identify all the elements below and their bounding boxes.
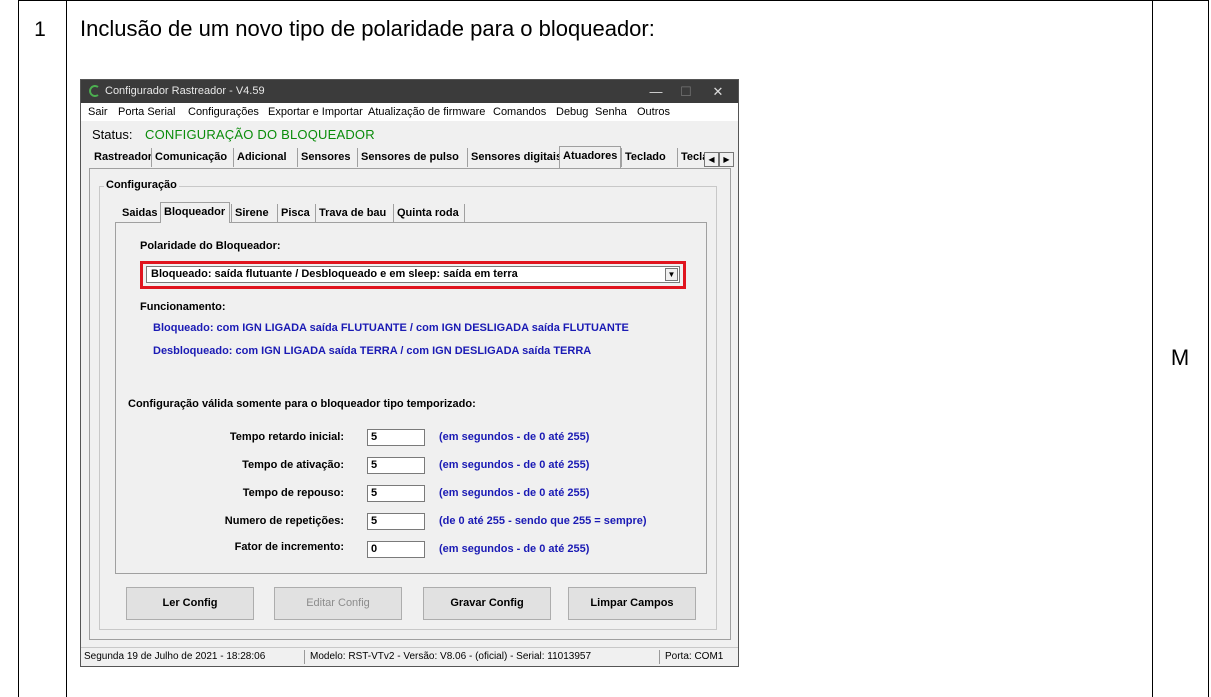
menu-configuracoes[interactable]: Configurações: [188, 106, 259, 118]
subtab-saidas[interactable]: Saidas: [119, 204, 160, 222]
tab-adicional[interactable]: Adicional: [233, 148, 297, 167]
polarity-select[interactable]: Bloqueado: saída flutuante / Desbloquead…: [146, 266, 680, 283]
polarity-value: Bloqueado: saída flutuante / Desbloquead…: [151, 268, 518, 280]
ler-config-button[interactable]: Ler Config: [126, 587, 254, 620]
row-mark: M: [1170, 345, 1190, 370]
tab-sensores-de-pulso[interactable]: Sensores de pulso: [357, 148, 467, 167]
polarity-label: Polaridade do Bloqueador:: [140, 240, 281, 252]
table-border-top: [18, 0, 1209, 1]
field-label-retardo: Tempo retardo inicial:: [229, 431, 344, 443]
subtab-sirene[interactable]: Sirene: [231, 204, 277, 222]
statusbar-datetime: Segunda 19 de Julho de 2021 - 18:28:06: [84, 651, 266, 662]
title-bar: Configurador Rastreador - V4.59 — ☐ ✕: [81, 80, 738, 103]
menu-outros[interactable]: Outros: [637, 106, 670, 118]
maximize-icon[interactable]: ☐: [671, 82, 701, 101]
status-label: Status:: [92, 127, 133, 142]
field-label-incremento: Fator de incremento:: [234, 541, 344, 553]
tab-teclado[interactable]: Teclado: [621, 148, 677, 167]
statusbar-model: Modelo: RST-VTv2 - Versão: V8.06 - (ofic…: [310, 651, 592, 662]
menu-comandos[interactable]: Comandos: [493, 106, 546, 118]
subtab-quinta-roda[interactable]: Quinta roda: [393, 204, 465, 222]
row-number: 1: [34, 18, 46, 41]
statusbar-divider: [659, 650, 660, 664]
field-hint-repeticoes: (de 0 até 255 - sendo que 255 = sempre): [439, 515, 647, 527]
repouso-input[interactable]: 5: [367, 485, 425, 502]
tab-scroll-left-icon[interactable]: ◀: [704, 152, 719, 167]
menu-sair[interactable]: Sair: [88, 106, 108, 118]
funcionamento-line-2: Desbloqueado: com IGN LIGADA saída TERRA…: [153, 345, 592, 357]
row-title: Inclusão de um novo tipo de polaridade p…: [80, 16, 655, 41]
field-hint-ativacao: (em segundos - de 0 até 255): [439, 459, 590, 471]
tab-scroll-right-icon[interactable]: ▶: [719, 152, 734, 167]
minimize-icon[interactable]: —: [641, 82, 671, 101]
incremento-input[interactable]: 0: [367, 541, 425, 558]
status-value: CONFIGURAÇÃO DO BLOQUEADOR: [145, 127, 375, 142]
funcionamento-label: Funcionamento:: [140, 301, 226, 313]
tab-sensores-digitais[interactable]: Sensores digitais: [467, 148, 562, 167]
repeticoes-input[interactable]: 5: [367, 513, 425, 530]
subtab-pisca[interactable]: Pisca: [277, 204, 315, 222]
menu-bar: Sair Porta Serial Configurações Exportar…: [81, 103, 738, 121]
app-window: Configurador Rastreador - V4.59 — ☐ ✕ Sa…: [80, 79, 739, 667]
tab-atuadores[interactable]: Atuadores: [559, 146, 621, 168]
table-border-left: [18, 0, 19, 697]
statusbar-port: Porta: COM1: [665, 651, 724, 662]
status-bar: Segunda 19 de Julho de 2021 - 18:28:06 M…: [81, 647, 738, 666]
tab-sensores[interactable]: Sensores: [297, 148, 357, 167]
subtab-bloqueador[interactable]: Bloqueador: [160, 202, 230, 223]
field-label-repouso: Tempo de repouso:: [242, 487, 344, 499]
menu-porta-serial[interactable]: Porta Serial: [118, 106, 175, 118]
tab-comunicacao[interactable]: Comunicação: [151, 148, 233, 167]
editar-config-button[interactable]: Editar Config: [274, 587, 402, 620]
field-hint-retardo: (em segundos - de 0 até 255): [439, 431, 590, 443]
field-label-repeticoes: Numero de repetições:: [224, 515, 344, 527]
group-title: Configuração: [104, 179, 179, 191]
subtab-trava-de-bau[interactable]: Trava de bau: [315, 204, 393, 222]
field-hint-incremento: (em segundos - de 0 até 255): [439, 543, 590, 555]
retardo-input[interactable]: 5: [367, 429, 425, 446]
table-divider-2: [1152, 0, 1153, 697]
menu-senha[interactable]: Senha: [595, 106, 627, 118]
field-label-ativacao: Tempo de ativação:: [242, 459, 344, 471]
menu-atualizacao-firmware[interactable]: Atualização de firmware: [368, 106, 485, 118]
ativacao-input[interactable]: 5: [367, 457, 425, 474]
funcionamento-line-1: Bloqueado: com IGN LIGADA saída FLUTUANT…: [153, 322, 629, 334]
table-divider-1: [66, 0, 67, 697]
temporizado-note: Configuração válida somente para o bloqu…: [128, 398, 476, 410]
field-hint-repouso: (em segundos - de 0 até 255): [439, 487, 590, 499]
close-icon[interactable]: ✕: [703, 82, 733, 101]
window-title: Configurador Rastreador - V4.59: [105, 85, 265, 97]
gravar-config-button[interactable]: Gravar Config: [423, 587, 551, 620]
chevron-down-icon[interactable]: ▼: [665, 268, 678, 281]
menu-exportar-importar[interactable]: Exportar e Importar: [268, 106, 363, 118]
statusbar-divider: [304, 650, 305, 664]
menu-debug[interactable]: Debug: [556, 106, 588, 118]
app-icon: [89, 85, 99, 97]
table-border-right: [1208, 0, 1209, 697]
tab-rastreador[interactable]: Rastreador: [91, 148, 152, 167]
limpar-campos-button[interactable]: Limpar Campos: [568, 587, 696, 620]
